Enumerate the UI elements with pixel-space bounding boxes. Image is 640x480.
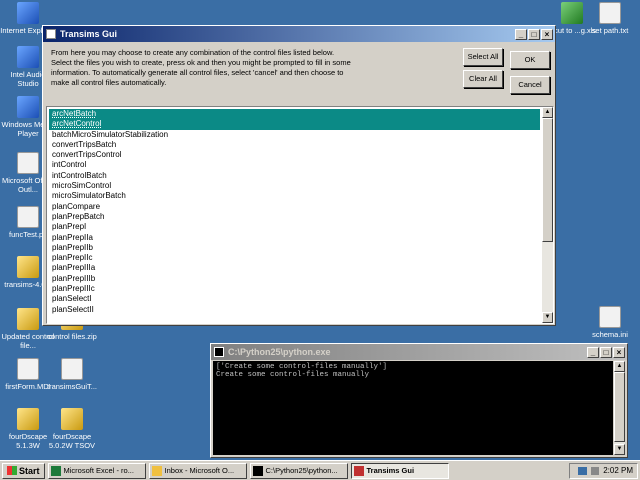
list-item[interactable]: convertTripsBatch	[49, 140, 540, 150]
app-icon	[46, 29, 56, 39]
maximize-icon[interactable]: □	[600, 346, 612, 358]
windows-logo-icon	[7, 466, 17, 475]
file-icon	[17, 46, 39, 68]
file-icon	[17, 408, 39, 430]
desktop-icon-label: control files.zip	[47, 332, 97, 341]
list-item[interactable]: convertTripsControl	[49, 150, 540, 160]
list-item[interactable]: planSelectII	[49, 305, 540, 315]
file-icon	[17, 2, 39, 24]
app-icon	[50, 465, 61, 476]
list-item[interactable]: planPrepI	[49, 222, 540, 232]
dialog-description: From here you may choose to create any c…	[51, 48, 351, 87]
taskbar: Start Microsoft Excel - ro... Inbox - Mic…	[0, 460, 640, 480]
list-item[interactable]: planSelectI	[49, 294, 540, 304]
console-icon	[214, 347, 224, 357]
list-item[interactable]: planPrepIIIc	[49, 284, 540, 294]
desktop-icon[interactable]: transimsGuiT...	[44, 358, 100, 391]
select-all-button[interactable]: Select All	[463, 48, 503, 66]
file-icon	[599, 306, 621, 328]
minimize-icon[interactable]: _	[515, 28, 527, 40]
list-item[interactable]: planPrepIIIb	[49, 274, 540, 284]
console-scrollbar[interactable]: ▲ ▼	[614, 361, 625, 455]
dialog-title: Transims Gui	[60, 29, 118, 39]
taskbar-label: C:\Python25\python...	[265, 466, 338, 475]
scroll-down-icon[interactable]: ▼	[614, 444, 625, 455]
list-item[interactable]: intControlBatch	[49, 171, 540, 181]
list-scrollbar[interactable]: ▲ ▼	[542, 107, 553, 323]
taskbar-label: Inbox - Microsoft O...	[164, 466, 235, 475]
scroll-up-icon[interactable]: ▲	[542, 107, 553, 118]
taskbar-button[interactable]: Transims Gui	[350, 462, 449, 479]
console-title: C:\Python25\python.exe	[228, 347, 331, 357]
file-icon	[17, 358, 39, 380]
start-button[interactable]: Start	[2, 462, 45, 479]
network-icon[interactable]	[578, 466, 588, 475]
desktop-icon-label: set path.txt	[591, 26, 629, 35]
clock[interactable]: 2:02 PM	[603, 466, 633, 475]
console-line: Create some control-files manually	[216, 371, 370, 379]
app-icon	[353, 465, 364, 476]
desktop-icon[interactable]: schema.ini	[582, 306, 638, 339]
list-item[interactable]: microSimulatorBatch	[49, 191, 540, 201]
console-line: ['Create some control-files manually']	[216, 363, 388, 371]
list-item[interactable]: microSimControl	[49, 181, 540, 191]
file-icon	[61, 408, 83, 430]
dialog-titlebar[interactable]: Transims Gui _ □ ×	[43, 26, 555, 42]
list-item[interactable]: intControl	[49, 160, 540, 170]
file-icon	[599, 2, 621, 24]
system-tray: 2:02 PM	[569, 462, 638, 479]
clear-all-button[interactable]: Clear All	[463, 70, 503, 88]
list-item[interactable]: batchMicroSimulatorStabilization	[49, 130, 540, 140]
file-icon	[17, 152, 39, 174]
app-icon	[151, 465, 162, 476]
file-icon	[17, 308, 39, 330]
list-item[interactable]: planCompare	[49, 202, 540, 212]
desktop-icon[interactable]: set path.txt	[582, 2, 638, 35]
list-item[interactable]: planPrepIIc	[49, 253, 540, 263]
list-item[interactable]: arcNetControl	[49, 119, 540, 130]
close-icon[interactable]: ×	[541, 28, 553, 40]
close-icon[interactable]: ×	[613, 346, 625, 358]
volume-icon[interactable]	[591, 466, 600, 475]
app-icon	[252, 465, 263, 476]
taskbar-button[interactable]: Inbox - Microsoft O...	[148, 462, 247, 479]
file-icon	[561, 2, 583, 24]
cancel-button[interactable]: Cancel	[510, 76, 550, 94]
list-item[interactable]: planPrepIIb	[49, 243, 540, 253]
console-window: C:\Python25\python.exe _ □ × ['Create so…	[210, 343, 628, 458]
control-files-list[interactable]: arcNetBatch arcNetControl batchMicroSimula…	[46, 106, 554, 324]
taskbar-button[interactable]: C:\Python25\python...	[249, 462, 348, 479]
scroll-thumb[interactable]	[542, 118, 553, 242]
desktop-icon-label: schema.ini	[592, 330, 628, 339]
list-item[interactable]: arcNetBatch	[49, 109, 540, 120]
file-icon	[61, 358, 83, 380]
list-item[interactable]: planPrepIIIa	[49, 263, 540, 273]
transims-dialog: Transims Gui _ □ × From here you may cho…	[42, 25, 556, 326]
desktop-icon-label: transimsGuiT...	[46, 382, 97, 391]
start-label: Start	[19, 465, 40, 476]
ok-button[interactable]: OK	[510, 51, 550, 69]
file-icon	[17, 206, 39, 228]
taskbar-label: Transims Gui	[366, 466, 415, 475]
console-titlebar[interactable]: C:\Python25\python.exe _ □ ×	[211, 344, 627, 360]
taskbar-button[interactable]: Microsoft Excel - ro...	[47, 462, 146, 479]
console-output: ['Create some control-files manually'] C…	[213, 361, 613, 455]
desktop-icon-label: fourDscape 5.0.2W TSOV	[48, 432, 96, 450]
scroll-up-icon[interactable]: ▲	[614, 361, 625, 372]
desktop-icon[interactable]: fourDscape 5.0.2W TSOV	[44, 408, 100, 450]
file-icon	[17, 256, 39, 278]
scroll-down-icon[interactable]: ▼	[542, 312, 553, 323]
scroll-thumb[interactable]	[614, 372, 625, 442]
list-item[interactable]: planPrepBatch	[49, 212, 540, 222]
minimize-icon[interactable]: _	[587, 346, 599, 358]
taskbar-label: Microsoft Excel - ro...	[63, 466, 134, 475]
maximize-icon[interactable]: □	[528, 28, 540, 40]
list-item[interactable]: planPrepIIa	[49, 233, 540, 243]
file-icon	[17, 96, 39, 118]
